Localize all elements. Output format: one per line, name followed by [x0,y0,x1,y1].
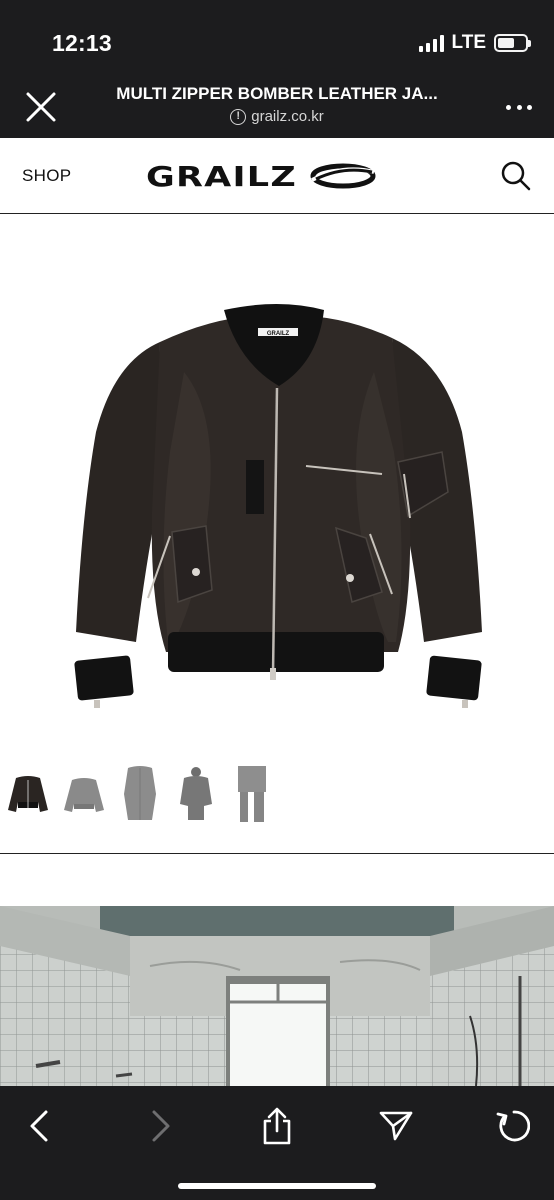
search-button[interactable] [500,160,532,192]
status-indicators: LTE [418,32,531,54]
collar-label: GRAILZ [267,331,290,337]
signal-icon [418,34,444,52]
page-title: MULTI ZIPPER BOMBER LEATHER JA... [116,84,438,103]
back-icon [30,1110,48,1142]
reload-icon [496,1110,530,1142]
info-icon: ! [230,108,247,125]
thumbnail-1[interactable] [6,764,50,824]
product-image[interactable]: GRAILZ [74,302,484,712]
forward-button[interactable] [140,1106,180,1146]
thumbnail-5[interactable] [230,764,274,824]
logo-text: GRAILZ [146,159,297,193]
forward-icon [152,1110,170,1142]
bookmark-arrow-icon [379,1111,413,1141]
thumbnail-3[interactable] [118,764,162,824]
network-label: LTE [451,32,486,53]
thumbnail-2[interactable] [62,764,106,824]
site-logo[interactable]: GRAILZ [146,159,376,193]
shop-link[interactable]: SHOP [22,166,71,186]
close-icon [26,92,56,122]
site-header: SHOP GRAILZ [0,138,554,214]
thumbnail-strip [6,764,274,824]
status-bar: 12:13 LTE [0,0,554,76]
close-button[interactable] [24,90,58,124]
web-content: SHOP GRAILZ GRAILZ [0,138,554,1086]
page-url: ! grailz.co.kr [90,108,464,125]
logo-swoosh-icon [310,163,376,189]
status-time: 12:13 [52,30,112,56]
url-text: grailz.co.kr [251,108,324,125]
more-button[interactable] [506,94,532,120]
home-indicator[interactable] [178,1183,376,1189]
thumbnail-4[interactable] [174,764,218,824]
share-icon [263,1107,291,1145]
product-gallery: GRAILZ [0,214,554,854]
back-button[interactable] [20,1106,60,1146]
browser-header: MULTI ZIPPER BOMBER LEATHER JA... ! grai… [0,76,554,138]
reload-button[interactable] [492,1106,532,1146]
share-button[interactable] [257,1106,297,1146]
search-icon [501,161,531,191]
bookmark-arrow-button[interactable] [376,1106,416,1146]
battery-icon [494,34,531,52]
banner-image [0,906,554,1086]
